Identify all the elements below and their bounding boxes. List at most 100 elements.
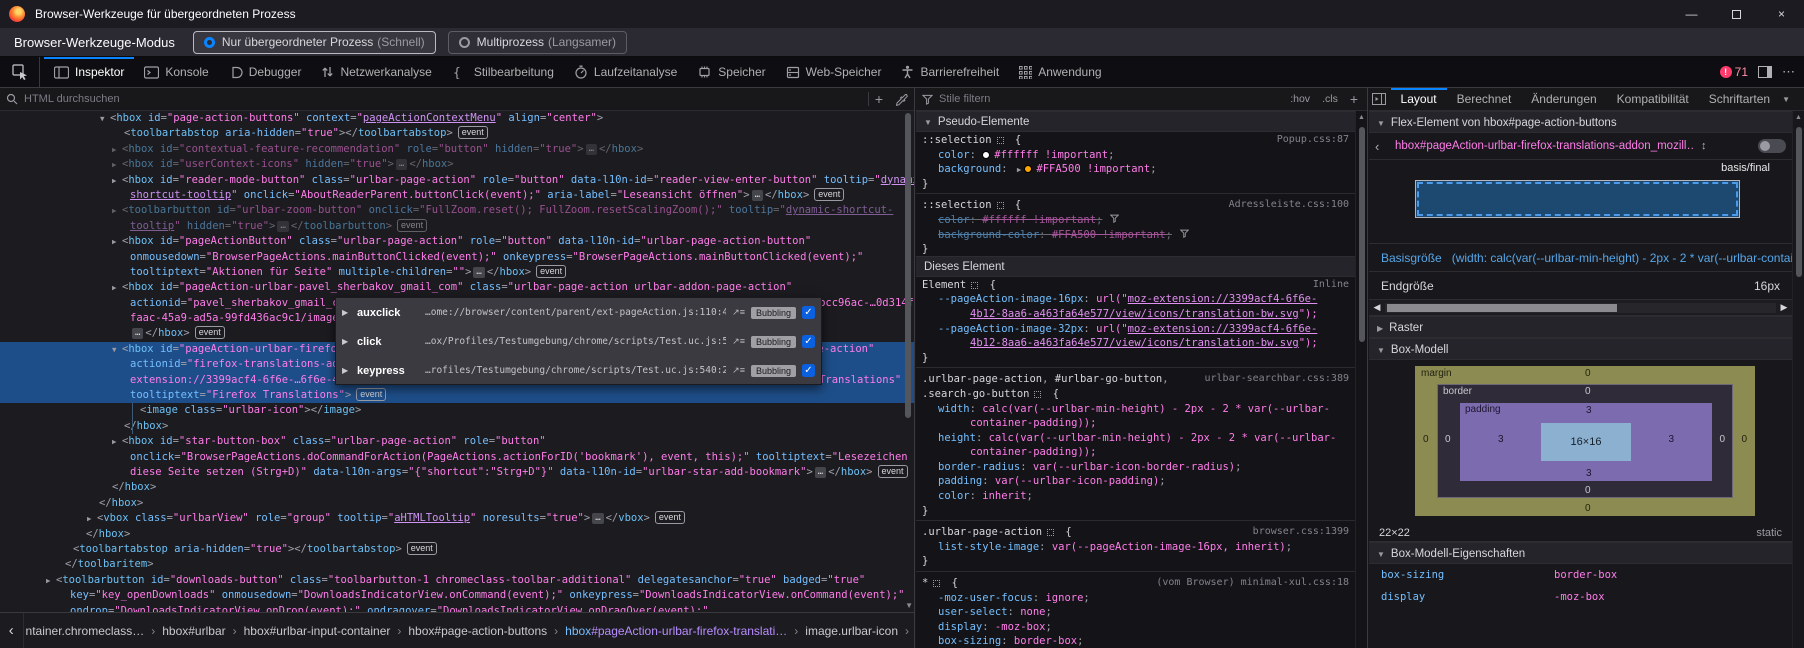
stylesheet-source-link[interactable]: (vom Browser) minimal-xul.css:18 (1156, 576, 1349, 591)
rule-line[interactable]: color: #ffffff !important; (916, 212, 1355, 227)
rule-line[interactable]: } (916, 176, 1355, 191)
event-source[interactable]: …ox/Profiles/Testumgebung/chrome/scripts… (425, 336, 726, 347)
rule-line[interactable]: container-padding)); (916, 415, 1355, 430)
rules-section-header[interactable]: ▼Pseudo-Elemente (916, 111, 1355, 132)
rule-line[interactable]: .urlbar-page-action, #urlbar-go-button,u… (916, 371, 1355, 386)
collapsed-children-ellipsis[interactable]: … (277, 221, 288, 232)
color-swatch-white[interactable] (982, 151, 990, 159)
rule-line[interactable]: box-sizing: border-box; (916, 633, 1355, 648)
expander-arrow-icon[interactable]: ▶ (112, 434, 122, 449)
markup-token[interactable]: tooltip (130, 220, 174, 232)
expander-arrow-icon[interactable]: ▼ (112, 342, 122, 357)
rules-filter-input[interactable] (939, 93, 1281, 105)
rule-line[interactable]: padding: var(--urlbar-icon-padding); (916, 473, 1355, 488)
event-badge[interactable]: event (407, 542, 437, 555)
collapsed-children-ellipsis[interactable]: … (815, 467, 826, 478)
rule-line[interactable]: -moz-user-focus: ignore; (916, 590, 1355, 605)
rule-line[interactable]: } (916, 503, 1355, 518)
close-button[interactable]: × (1759, 0, 1804, 28)
markup-line[interactable]: ▶<hbox id="pageAction-urlbar-pavel_sherb… (0, 280, 914, 295)
rule-line[interactable]: user-select: none; (916, 604, 1355, 619)
markup-line[interactable]: </hbox> (0, 496, 914, 511)
filter-icon[interactable] (1180, 229, 1189, 238)
markup-line[interactable]: ▶<hbox id="userContext-icons" hidden="tr… (0, 157, 914, 172)
scrollbar-thumb[interactable] (1387, 304, 1617, 312)
scrollbar-thumb[interactable] (905, 113, 911, 418)
scroll-up-arrow[interactable]: ▲ (1356, 111, 1367, 121)
collapsed-children-ellipsis[interactable]: … (132, 328, 143, 339)
markup-line[interactable]: <toolbartabstop aria-hidden="true"></too… (0, 542, 914, 557)
markup-search-input[interactable] (24, 93, 868, 105)
rule-line[interactable]: 4b12-8aa6-a463fa64e577/view/icons/transl… (916, 306, 1355, 321)
tab-inspektor[interactable]: Inspektor (44, 57, 134, 87)
box-model-border-layer[interactable]: border 0 0 0 0 padding 3 3 3 3 16×16 (1437, 384, 1733, 498)
markup-line[interactable]: ▶<vbox class="urlbarView" role="group" t… (0, 511, 914, 526)
markup-scrollbar[interactable]: ▼ (903, 113, 913, 610)
sidebar-tab-kompatibilität[interactable]: Kompatibilität (1607, 88, 1699, 111)
markup-line[interactable]: diese Seite setzen (Strg+D)" data-l10n-a… (0, 465, 914, 480)
markup-line[interactable]: shortcut-tooltip" onclick="AboutReaderPa… (0, 188, 914, 203)
add-node-button[interactable]: + (869, 91, 889, 107)
scrollbar-thumb[interactable] (1796, 127, 1802, 277)
rule-line[interactable]: Element {Inline (916, 277, 1355, 292)
markup-token[interactable]: dynamic-shortcut- (786, 204, 893, 216)
flex-highlighter-toggle[interactable] (1758, 139, 1786, 153)
markup-token[interactable]: aHTMLTooltip (394, 512, 470, 524)
flex-item-switcher-icon[interactable]: ↕ (1701, 140, 1707, 152)
rule-line[interactable]: ::selection {Popup.css:87 (916, 132, 1355, 147)
collapsed-children-ellipsis[interactable]: … (473, 267, 484, 278)
collapsed-children-ellipsis[interactable]: … (592, 513, 603, 524)
stylesheet-source-link[interactable]: Inline (1313, 278, 1349, 293)
horizontal-scrollbar[interactable]: ◀ ▶ (1369, 300, 1792, 316)
rule-line[interactable]: } (916, 553, 1355, 568)
event-listener-row[interactable]: ▶auxclick…ome://browser/content/parent/e… (336, 298, 821, 327)
css-token[interactable]: moz-extension://3399acf4-6f6e- (1128, 293, 1318, 305)
rule-line[interactable]: --pageAction-image-32px: url("moz-extens… (916, 321, 1355, 336)
rule-line[interactable]: container-padding)); (916, 444, 1355, 459)
add-rule-button[interactable]: + (1347, 91, 1361, 107)
markup-line[interactable]: tooltiptext="Aktionen für Seite" multipl… (0, 265, 914, 280)
expander-arrow-icon[interactable]: ▼ (100, 111, 110, 126)
open-in-debugger-icon[interactable]: ↗≡ (732, 365, 745, 376)
flex-item-name[interactable]: hbox#pageAction-urlbar-firefox-translati… (1395, 140, 1695, 152)
event-source[interactable]: …ome://browser/content/parent/ext-pageAc… (425, 307, 726, 318)
tab-web-speicher[interactable]: Web-Speicher (776, 57, 892, 87)
filter-icon[interactable] (1110, 214, 1119, 223)
markup-token[interactable]: shortcut-tooltip (130, 189, 231, 201)
event-source[interactable]: …rofiles/Testumgebung/chrome/scripts/Tes… (425, 365, 726, 376)
sidebar-tab-schriftarten[interactable]: Schriftarten (1699, 88, 1780, 111)
breadcrumb-item[interactable]: hbox#pageAction-urlbar-firefox-translati… (563, 624, 789, 638)
markup-line[interactable]: ▶<hbox id="reader-mode-button" class="ur… (0, 173, 914, 188)
rule-line[interactable]: border-radius: var(--urlbar-icon-border-… (916, 459, 1355, 474)
color-swatch-orange[interactable] (1024, 165, 1032, 173)
breadcrumb-back-button[interactable]: ‹ (0, 613, 24, 648)
markup-line[interactable]: onclick="BrowserPageActions.doCommandFor… (0, 450, 914, 465)
markup-line[interactable]: ▶<hbox id="star-button-box" class="urlba… (0, 434, 914, 449)
expander-arrow-icon[interactable]: ▶ (46, 573, 56, 588)
expander-arrow-icon[interactable]: ▶ (112, 142, 122, 157)
css-token[interactable]: 4b12-8aa6-a463fa64e577/view/icons/transl… (970, 337, 1299, 349)
breadcrumb-item[interactable]: ntainer.chromeclass… (24, 624, 147, 638)
rule-line[interactable]: .urlbar-page-action {browser.css:1399 (916, 524, 1355, 539)
stylesheet-source-link[interactable]: urlbar-searchbar.css:389 (1205, 372, 1350, 387)
rule-line[interactable]: --pageAction-image-16px: url("moz-extens… (916, 291, 1355, 306)
open-in-debugger-icon[interactable]: ↗≡ (732, 307, 745, 318)
event-listener-row[interactable]: ▶click…ox/Profiles/Testumgebung/chrome/s… (336, 327, 821, 356)
event-badge[interactable]: event (814, 188, 844, 201)
rule-line[interactable]: } (916, 350, 1355, 365)
rule-line[interactable]: background: ▶#FFA500 !important; (916, 161, 1355, 176)
rules-section-header[interactable]: Dieses Element (916, 256, 1355, 277)
scroll-left-arrow[interactable]: ◀ (1369, 302, 1385, 313)
stylesheet-source-link[interactable]: browser.css:1399 (1253, 525, 1349, 540)
open-in-debugger-icon[interactable]: ↗≡ (732, 336, 745, 347)
expander-arrow-icon[interactable]: ▶ (1017, 165, 1022, 174)
expander-arrow-icon[interactable]: ▶ (342, 308, 351, 317)
css-token[interactable]: 4b12-8aa6-a463fa64e577/view/icons/transl… (970, 308, 1299, 320)
sidebar-tab-änderungen[interactable]: Änderungen (1521, 88, 1606, 111)
markup-line[interactable]: <image class="urlbar-icon"></image> (0, 403, 914, 418)
event-badge[interactable]: event (397, 219, 427, 232)
collapsed-children-ellipsis[interactable]: … (752, 190, 763, 201)
rule-line[interactable]: display: -moz-box; (916, 619, 1355, 634)
grid-section-header[interactable]: ▶Raster (1369, 316, 1792, 338)
rule-line[interactable]: color: #ffffff !important; (916, 147, 1355, 162)
